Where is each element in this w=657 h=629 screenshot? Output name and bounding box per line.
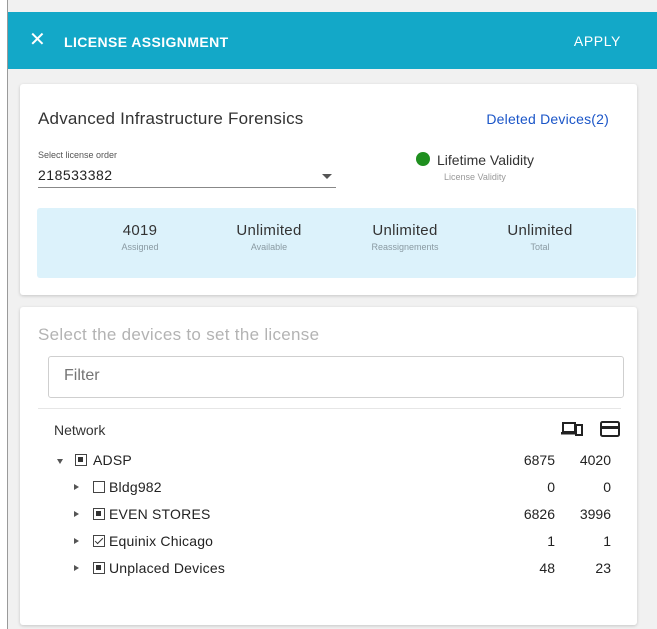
stat-value: Unlimited xyxy=(372,222,438,239)
chevron-right-icon[interactable] xyxy=(74,511,79,517)
chevron-down-icon[interactable] xyxy=(57,459,63,464)
stat-assigned: 4019 Assigned xyxy=(105,222,175,252)
filter-field[interactable] xyxy=(48,356,624,398)
license-count: 4020 xyxy=(579,452,611,468)
device-selection-card: Select the devices to set the license Ne… xyxy=(20,307,637,625)
device-count: 6875 xyxy=(523,452,555,468)
validity-status-dot xyxy=(416,152,430,166)
filter-input[interactable] xyxy=(64,367,584,385)
stat-label: Available xyxy=(250,242,288,252)
dialog-header: ✕ LICENSE ASSIGNMENT APPLY xyxy=(8,12,657,69)
checkbox-unchecked[interactable] xyxy=(93,481,105,493)
license-count: 3996 xyxy=(579,506,611,522)
device-count: 48 xyxy=(539,560,555,576)
stat-total: Unlimited Total xyxy=(495,222,585,252)
device-count: 1 xyxy=(547,533,555,549)
license-order-label: Select license order xyxy=(38,150,118,160)
tree-row-unplaced-devices[interactable]: Unplaced Devices 48 23 xyxy=(20,559,637,581)
tree-row-label: EVEN STORES xyxy=(109,506,211,522)
tree-row-label: Unplaced Devices xyxy=(109,560,226,576)
stat-value: 4019 xyxy=(122,222,158,239)
devices-icon xyxy=(561,422,583,436)
checkbox-partial[interactable] xyxy=(93,562,105,574)
stat-value: Unlimited xyxy=(507,222,573,239)
validity-sublabel: License Validity xyxy=(444,172,506,182)
network-column-header: Network xyxy=(54,422,106,438)
chevron-right-icon[interactable] xyxy=(74,484,79,490)
divider xyxy=(38,408,621,409)
license-order-select[interactable]: 218533382 xyxy=(38,164,336,188)
tree-row-adsp[interactable]: ADSP 6875 4020 xyxy=(20,451,637,473)
close-icon[interactable]: ✕ xyxy=(29,30,46,50)
license-count: 1 xyxy=(603,533,611,549)
stat-available: Unlimited Available xyxy=(224,222,314,252)
device-count: 6826 xyxy=(523,506,555,522)
checkbox-partial[interactable] xyxy=(93,508,105,520)
chevron-down-icon xyxy=(322,174,332,179)
license-count: 23 xyxy=(595,560,611,576)
license-card-icon xyxy=(600,421,620,437)
tree-row-equinix-chicago[interactable]: Equinix Chicago 1 1 xyxy=(20,532,637,554)
license-count: 0 xyxy=(603,479,611,495)
license-stats: 4019 Assigned Unlimited Available Unlimi… xyxy=(37,208,636,278)
license-card: Advanced Infrastructure Forensics Delete… xyxy=(20,84,637,295)
stat-reassignments: Unlimited Reassignements xyxy=(355,222,455,252)
tree-row-label: Bldg982 xyxy=(109,479,162,495)
checkbox-checked[interactable] xyxy=(93,535,105,547)
product-title: Advanced Infrastructure Forensics xyxy=(38,109,304,128)
chevron-right-icon[interactable] xyxy=(74,565,79,571)
devices-heading: Select the devices to set the license xyxy=(38,325,320,344)
chevron-right-icon[interactable] xyxy=(74,538,79,544)
stat-label: Reassignements xyxy=(371,242,439,252)
stat-label: Total xyxy=(530,242,550,252)
stat-value: Unlimited xyxy=(236,222,302,239)
tree-row-even-stores[interactable]: EVEN STORES 6826 3996 xyxy=(20,505,637,527)
checkbox-partial[interactable] xyxy=(75,454,87,466)
stat-label: Assigned xyxy=(121,242,159,252)
deleted-devices-link[interactable]: Deleted Devices(2) xyxy=(486,111,609,127)
tree-row-bldg982[interactable]: Bldg982 0 0 xyxy=(20,478,637,500)
apply-button[interactable]: APPLY xyxy=(574,33,621,49)
tree-row-label: ADSP xyxy=(93,452,132,468)
validity-label: Lifetime Validity xyxy=(437,152,535,168)
tree-row-label: Equinix Chicago xyxy=(109,533,214,549)
license-order-value: 218533382 xyxy=(38,167,113,183)
dialog-title: LICENSE ASSIGNMENT xyxy=(64,34,229,50)
device-count: 0 xyxy=(547,479,555,495)
